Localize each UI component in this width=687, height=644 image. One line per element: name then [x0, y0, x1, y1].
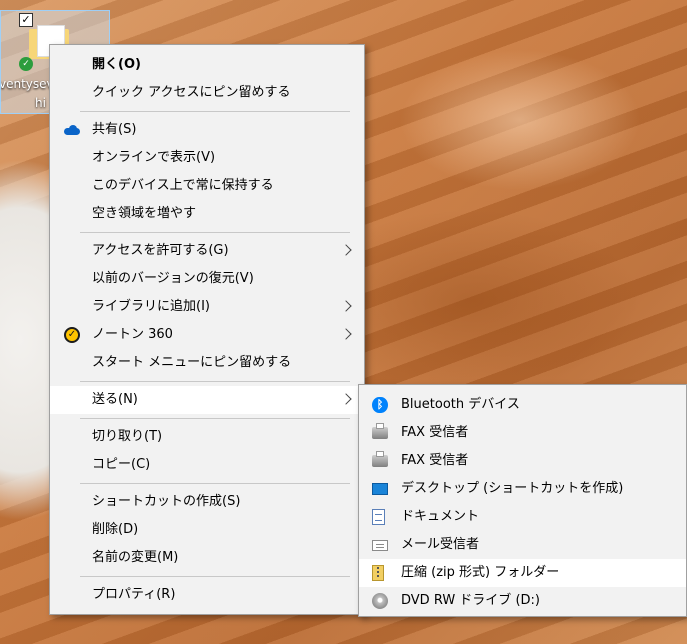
menu-item-label: デスクトップ (ショートカットを作成) [401, 481, 624, 496]
menu-item-view-online[interactable]: オンラインで表示(V) [50, 144, 364, 172]
menu-item-label: アクセスを許可する(G) [92, 243, 229, 258]
menu-item-label: DVD RW ドライブ (D:) [401, 593, 540, 608]
menu-item-label: ドキュメント [401, 509, 480, 524]
menu-separator [50, 228, 364, 237]
menu-item-label: プロパティ(R) [92, 587, 176, 602]
menu-item-label: 圧縮 (zip 形式) フォルダー [401, 565, 560, 580]
send-to-mail[interactable]: メール受信者 [359, 531, 686, 559]
dvd-drive-icon [372, 593, 388, 609]
menu-item-label: 名前の変更(M) [92, 550, 179, 565]
menu-item-label: このデバイス上で常に保持する [92, 178, 274, 193]
send-to-dvd-drive[interactable]: DVD RW ドライブ (D:) [359, 587, 686, 615]
norton-icon: ✓ [64, 327, 80, 343]
mail-icon [372, 540, 388, 551]
chevron-right-icon [340, 300, 352, 312]
context-menu: 開く(O) クイック アクセスにピン留めする 共有(S) オンラインで表示(V)… [49, 44, 365, 615]
menu-item-copy[interactable]: コピー(C) [50, 451, 364, 479]
menu-separator [50, 572, 364, 581]
menu-separator [50, 479, 364, 488]
selection-checkbox[interactable]: ✓ [19, 13, 33, 27]
menu-item-label: Bluetooth デバイス [401, 397, 520, 412]
menu-item-label: オンラインで表示(V) [92, 150, 216, 165]
zip-folder-icon [372, 565, 384, 581]
menu-separator [50, 377, 364, 386]
menu-item-label: メール受信者 [401, 537, 480, 552]
fax-icon [372, 423, 388, 439]
menu-item-label: FAX 受信者 [401, 453, 469, 468]
menu-separator [50, 107, 364, 116]
menu-item-properties[interactable]: プロパティ(R) [50, 581, 364, 609]
menu-item-label: FAX 受信者 [401, 425, 469, 440]
sync-status-icon: ✓ [19, 57, 33, 71]
menu-item-pin-start[interactable]: スタート メニューにピン留めする [50, 349, 364, 377]
menu-item-label: 共有(S) [92, 122, 137, 137]
send-to-submenu: ᛒ Bluetooth デバイス FAX 受信者 FAX 受信者 デスクトップ … [358, 384, 687, 617]
menu-item-label: コピー(C) [92, 457, 151, 472]
menu-item-give-access[interactable]: アクセスを許可する(G) [50, 237, 364, 265]
menu-item-open[interactable]: 開く(O) [50, 51, 364, 79]
send-to-fax-2[interactable]: FAX 受信者 [359, 447, 686, 475]
fax-icon [372, 451, 388, 467]
menu-item-rename[interactable]: 名前の変更(M) [50, 544, 364, 572]
menu-item-pin-quick-access[interactable]: クイック アクセスにピン留めする [50, 79, 364, 107]
bluetooth-icon: ᛒ [372, 397, 388, 413]
menu-item-label: クイック アクセスにピン留めする [92, 85, 291, 100]
send-to-zip-folder[interactable]: 圧縮 (zip 形式) フォルダー [359, 559, 686, 587]
menu-item-label: 切り取り(T) [92, 429, 163, 444]
menu-item-send-to[interactable]: 送る(N) [50, 386, 364, 414]
menu-item-free-up-space[interactable]: 空き領域を増やす [50, 200, 364, 228]
menu-item-label: 以前のバージョンの復元(V) [92, 271, 254, 286]
menu-item-always-keep[interactable]: このデバイス上で常に保持する [50, 172, 364, 200]
menu-item-label: ショートカットの作成(S) [92, 494, 241, 509]
chevron-right-icon [340, 244, 352, 256]
send-to-fax-1[interactable]: FAX 受信者 [359, 419, 686, 447]
chevron-right-icon [340, 393, 352, 405]
menu-item-cut[interactable]: 切り取り(T) [50, 423, 364, 451]
menu-item-label: ノートン 360 [92, 327, 173, 342]
menu-item-label: 開く(O) [92, 57, 141, 72]
menu-item-label: 送る(N) [92, 392, 138, 407]
onedrive-cloud-icon [64, 125, 80, 135]
menu-item-label: 空き領域を増やす [92, 206, 197, 221]
desktop-icon [372, 483, 388, 495]
menu-item-share[interactable]: 共有(S) [50, 116, 364, 144]
menu-item-restore-versions[interactable]: 以前のバージョンの復元(V) [50, 265, 364, 293]
menu-item-add-to-library[interactable]: ライブラリに追加(I) [50, 293, 364, 321]
chevron-right-icon [340, 328, 352, 340]
menu-item-label: スタート メニューにピン留めする [92, 355, 292, 370]
send-to-documents[interactable]: ドキュメント [359, 503, 686, 531]
document-icon [372, 509, 385, 525]
menu-item-create-shortcut[interactable]: ショートカットの作成(S) [50, 488, 364, 516]
send-to-desktop[interactable]: デスクトップ (ショートカットを作成) [359, 475, 686, 503]
menu-item-label: ライブラリに追加(I) [92, 299, 210, 314]
menu-item-delete[interactable]: 削除(D) [50, 516, 364, 544]
menu-separator [50, 414, 364, 423]
menu-item-label: 削除(D) [92, 522, 139, 537]
send-to-bluetooth[interactable]: ᛒ Bluetooth デバイス [359, 391, 686, 419]
menu-item-norton[interactable]: ✓ ノートン 360 [50, 321, 364, 349]
